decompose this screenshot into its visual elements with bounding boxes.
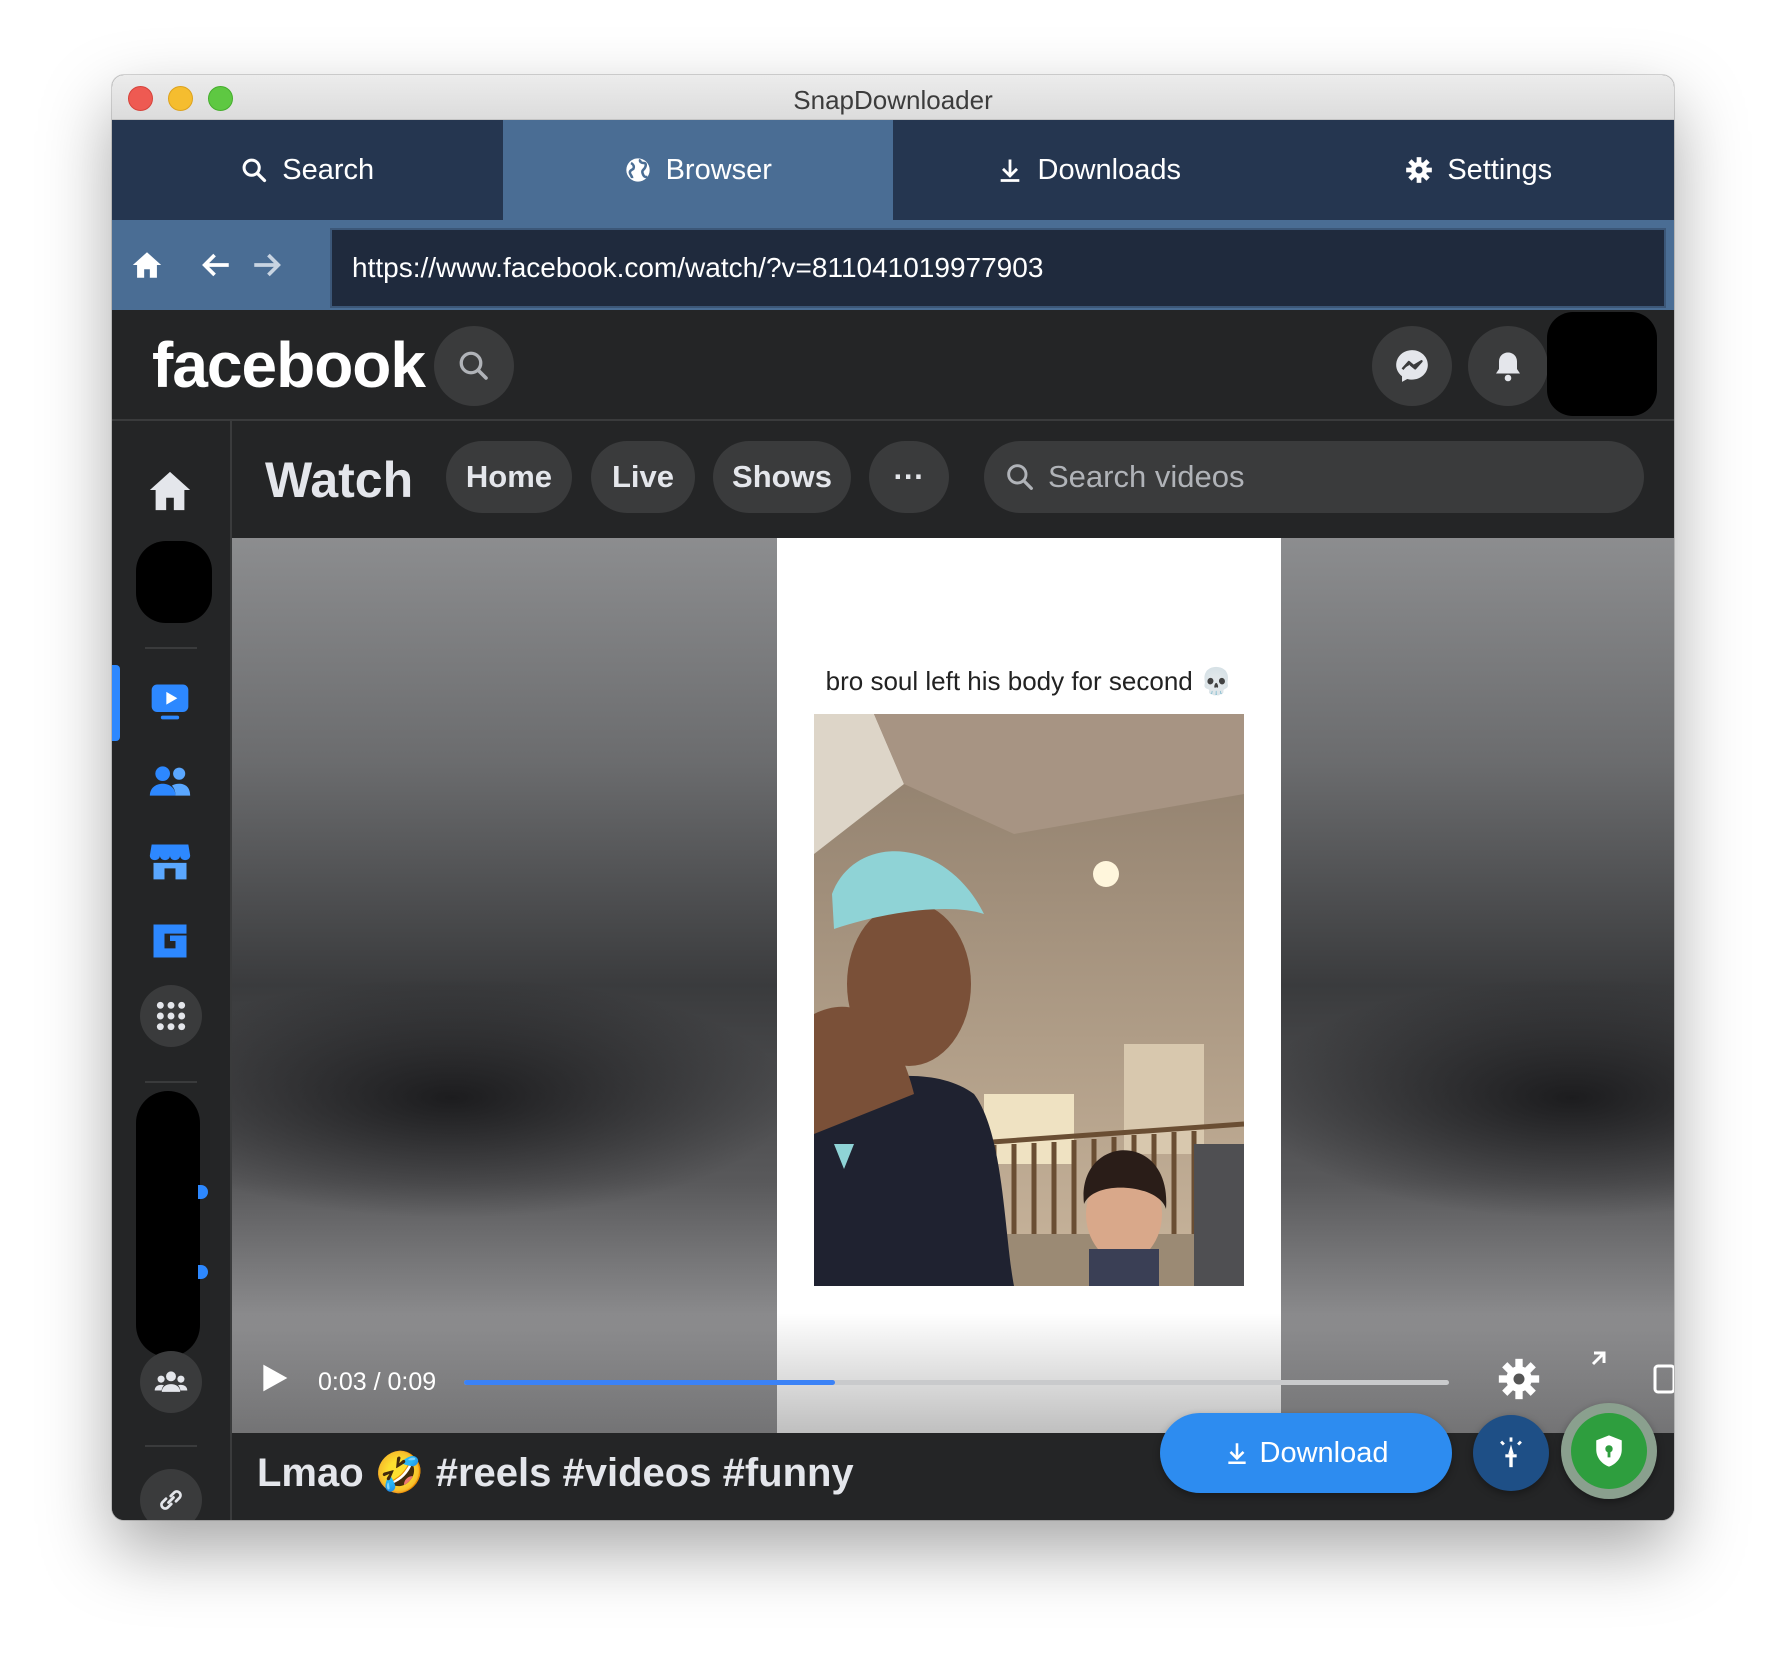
bell-icon: [1496, 352, 1520, 382]
page-title: Watch: [265, 452, 414, 508]
sidebar-item-apps[interactable]: [140, 985, 202, 1047]
current-time: 0:03: [318, 1368, 367, 1396]
expand-icon[interactable]: [1584, 1349, 1608, 1373]
sidebar-item-gaming[interactable]: [140, 911, 200, 971]
unread-dot: [198, 1185, 208, 1199]
sidebar-item-marketplace[interactable]: [140, 831, 200, 891]
more-button[interactable]: ···: [869, 441, 949, 513]
video-info: Lmao 🤣 #reels #videos #funny: [232, 1433, 1674, 1520]
friends-icon: [149, 766, 191, 796]
video-time: 0:03 / 0:09: [318, 1368, 437, 1396]
tab-downloads[interactable]: Downloads: [893, 120, 1284, 220]
search-icon: [1007, 464, 1033, 490]
gear-icon[interactable]: [1497, 1357, 1541, 1401]
gaming-icon: [153, 924, 187, 958]
tab-search-label: Search: [282, 153, 375, 186]
messenger-button[interactable]: [1372, 326, 1452, 406]
facebook-sidebar: [112, 421, 232, 1520]
download-icon: [1227, 1443, 1246, 1465]
sidebar-item-link[interactable]: [140, 1469, 202, 1520]
cursor-action-button[interactable]: [1473, 1415, 1549, 1491]
groups-icon: [154, 1371, 188, 1392]
shield-lock-icon: [1596, 1435, 1622, 1467]
sidebar-item-groups[interactable]: [140, 1351, 202, 1413]
messenger-icon: [1396, 350, 1428, 382]
facebook-header: facebook: [112, 310, 1674, 421]
marketplace-icon: [149, 844, 191, 880]
video-player[interactable]: bro soul left his body for second 💀 0:03…: [232, 538, 1674, 1433]
tab-browser-label: Browser: [665, 153, 772, 186]
url-input[interactable]: https://www.facebook.com/watch/?v=811041…: [330, 228, 1666, 308]
download-button[interactable]: Download: [1160, 1413, 1452, 1493]
video-title: Lmao 🤣 #reels #videos #funny: [257, 1451, 854, 1495]
cursor-click-icon: [1500, 1437, 1522, 1468]
sidebar-divider: [145, 1445, 197, 1447]
sidebar-divider: [145, 1081, 197, 1083]
account-avatar[interactable]: [1547, 312, 1657, 416]
home-icon: [149, 471, 191, 511]
reel-caption: bro soul left his body for second 💀: [825, 666, 1233, 696]
app-window: SnapDownloader Search Browser Downloads …: [112, 75, 1674, 1520]
search-icon: [459, 351, 488, 380]
tab-downloads-label: Downloads: [1037, 153, 1181, 186]
watch-header: Watch Home Live Shows ··· Search videos: [232, 421, 1674, 538]
link-icon: [160, 1490, 182, 1510]
tab-live[interactable]: Live: [591, 441, 695, 513]
tab-settings[interactable]: Settings: [1284, 120, 1675, 220]
active-indicator: [112, 665, 120, 741]
window-titlebar: SnapDownloader: [112, 75, 1674, 120]
forward-arrow-icon[interactable]: [250, 248, 284, 282]
watch-icon: [151, 684, 189, 720]
facebook-search-button[interactable]: [434, 326, 514, 406]
tab-home[interactable]: Home: [446, 441, 572, 513]
facebook-logo[interactable]: facebook: [152, 328, 426, 402]
back-arrow-icon[interactable]: [199, 248, 233, 282]
vpn-shield-inner: [1571, 1413, 1647, 1489]
download-button-label: Download: [1259, 1436, 1389, 1469]
browser-toolbar: https://www.facebook.com/watch/?v=811041…: [112, 220, 1674, 310]
reel-frame: bro soul left his body for second 💀: [777, 538, 1281, 1433]
sidebar-item-friends[interactable]: [140, 751, 200, 811]
notifications-button[interactable]: [1468, 326, 1548, 406]
tab-shows[interactable]: Shows: [713, 441, 851, 513]
gear-icon: [1406, 157, 1433, 183]
search-icon: [242, 158, 267, 183]
home-icon[interactable]: [130, 248, 164, 282]
tab-search[interactable]: Search: [112, 120, 503, 220]
play-icon[interactable]: [258, 1361, 290, 1395]
duration: 0:09: [387, 1368, 437, 1396]
sidebar-item-watch[interactable]: [140, 671, 200, 731]
sidebar-profile-avatar[interactable]: [136, 541, 212, 623]
sidebar-divider: [145, 647, 197, 649]
download-icon: [1000, 159, 1019, 182]
fullscreen-icon[interactable]: [1652, 1363, 1674, 1395]
progress-bar[interactable]: [464, 1380, 1449, 1385]
app-tab-bar: Search Browser Downloads Settings: [112, 120, 1674, 220]
sidebar-item-home[interactable]: [140, 461, 200, 521]
search-videos-input[interactable]: Search videos: [984, 441, 1644, 513]
vpn-shield-button[interactable]: [1561, 1403, 1657, 1499]
search-videos-placeholder: Search videos: [1048, 459, 1245, 494]
player-controls: 0:03 / 0:09: [232, 1313, 1674, 1433]
tab-settings-label: Settings: [1447, 153, 1553, 186]
globe-icon: [625, 158, 650, 182]
progress-fill: [464, 1380, 836, 1385]
video-frame-image: [814, 714, 1244, 1286]
window-title: SnapDownloader: [793, 85, 993, 115]
unread-dot: [198, 1265, 208, 1279]
apps-icon: [156, 1001, 186, 1031]
tab-browser[interactable]: Browser: [502, 120, 893, 220]
sidebar-shortcuts-list[interactable]: [136, 1091, 200, 1357]
